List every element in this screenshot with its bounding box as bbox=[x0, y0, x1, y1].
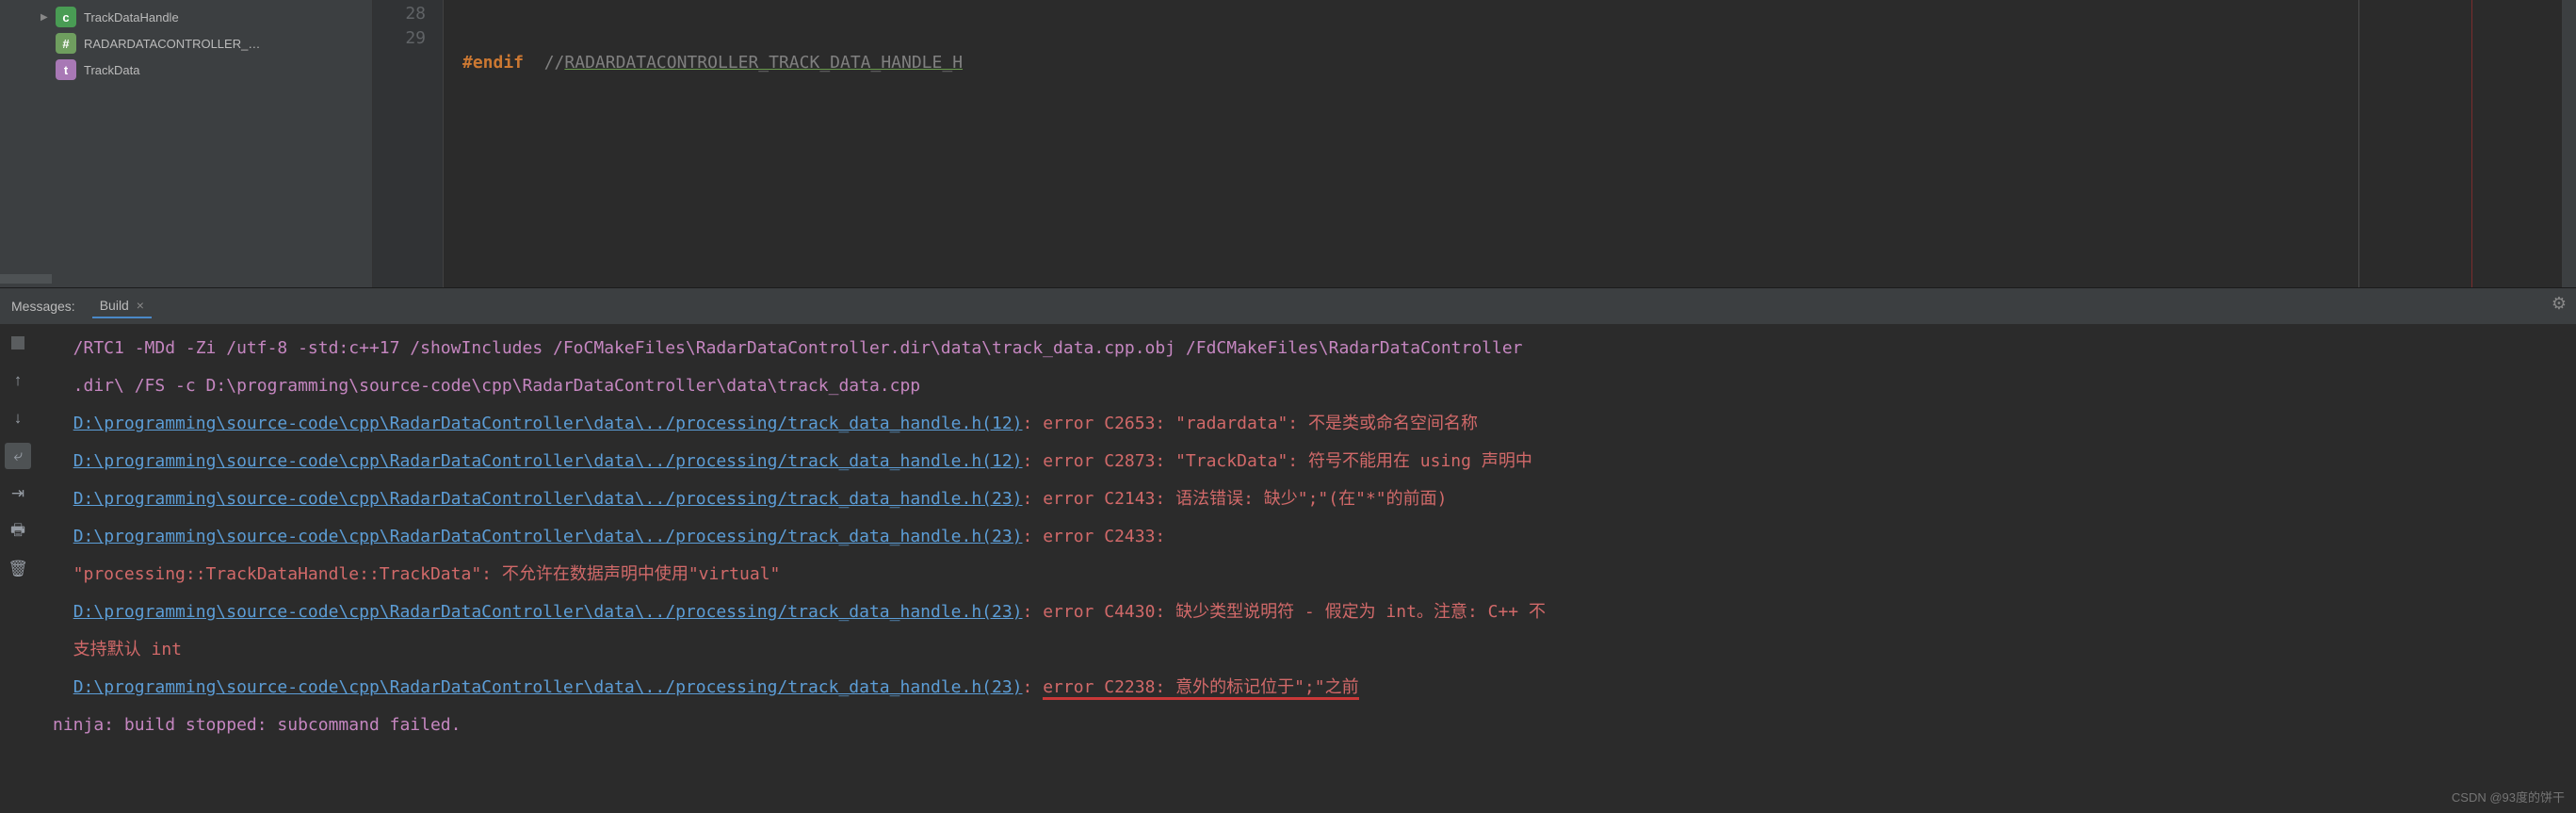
error-text: : error C2143: 语法错误: 缺少";"(在"*"的前面) bbox=[1023, 489, 1448, 509]
sidebar-item-label: TrackDataHandle bbox=[84, 10, 179, 24]
code-area[interactable]: #endif //RADARDATACONTROLLER_TRACK_DATA_… bbox=[444, 0, 2576, 287]
build-console[interactable]: /RTC1 -MDd -Zi /utf-8 -std:c++17 /showIn… bbox=[36, 324, 2576, 756]
close-icon[interactable]: × bbox=[137, 298, 144, 313]
sidebar-item-label: TrackData bbox=[84, 63, 139, 77]
file-link[interactable]: D:\programming\source-code\cpp\RadarData… bbox=[73, 489, 1023, 509]
line-number: 29 bbox=[373, 26, 426, 51]
down-button[interactable]: ↓ bbox=[5, 405, 31, 431]
highlighted-error: error C2238: 意外的标记位于";"之前 bbox=[1043, 677, 1358, 697]
file-link[interactable]: D:\programming\source-code\cpp\RadarData… bbox=[73, 527, 1023, 546]
line-gutter: 28 29 bbox=[373, 0, 444, 287]
messages-header: Messages: Build × ⚙ bbox=[0, 288, 2576, 324]
error-text: : error C2433: bbox=[1023, 527, 1166, 546]
sidebar-item-label: RADARDATACONTROLLER_… bbox=[84, 37, 260, 51]
error-text: : error C2653: "radardata": 不是类或命名空间名称 bbox=[1023, 414, 1478, 433]
up-button[interactable]: ↑ bbox=[5, 367, 31, 394]
compile-command: /RTC1 -MDd -Zi /utf-8 -std:c++17 /showIn… bbox=[53, 338, 1523, 396]
messages-label: Messages: bbox=[11, 299, 75, 314]
define-icon: # bbox=[56, 33, 76, 54]
file-link[interactable]: D:\programming\source-code\cpp\RadarData… bbox=[73, 414, 1023, 433]
messages-panel: Messages: Build × ⚙ ↑ ↓ ⤶ ⇥ 🖶 🗑 /RTC1 -M… bbox=[0, 287, 2576, 756]
print-button[interactable]: 🖶 bbox=[5, 518, 31, 545]
column-guide bbox=[2358, 0, 2359, 287]
stop-button[interactable] bbox=[5, 330, 31, 356]
preproc-keyword: #endif bbox=[462, 53, 524, 73]
error-text: 支持默认 int bbox=[53, 640, 182, 659]
type-icon: t bbox=[56, 59, 76, 80]
gear-icon[interactable]: ⚙ bbox=[2552, 294, 2567, 314]
error-text: "processing::TrackDataHandle::TrackData"… bbox=[53, 564, 780, 584]
macro-name: RADARDATACONTROLLER_TRACK_DATA_HANDLE_H bbox=[564, 53, 963, 73]
scroll-to-end-button[interactable]: ⇥ bbox=[5, 480, 31, 507]
watermark: CSDN @93度的饼干 bbox=[2452, 788, 2565, 805]
chevron-right-icon: ▶ bbox=[41, 12, 54, 23]
class-icon: c bbox=[56, 7, 76, 27]
sidebar-item-trackdatahandle[interactable]: ▶ c TrackDataHandle bbox=[8, 4, 365, 30]
file-link[interactable]: D:\programming\source-code\cpp\RadarData… bbox=[73, 451, 1023, 471]
trash-button[interactable]: 🗑 bbox=[5, 556, 31, 582]
error-text: : error C2873: "TrackData": 符号不能用在 using… bbox=[1023, 451, 1532, 471]
code-editor[interactable]: 28 29 #endif //RADARDATACONTROLLER_TRACK… bbox=[372, 0, 2576, 287]
soft-wrap-button[interactable]: ⤶ bbox=[5, 443, 31, 469]
file-link[interactable]: D:\programming\source-code\cpp\RadarData… bbox=[73, 677, 1023, 697]
error-text: : error C4430: 缺少类型说明符 - 假定为 int。注意: C++… bbox=[1023, 602, 1546, 622]
project-sidebar: ▶ c TrackDataHandle # RADARDATACONTROLLE… bbox=[0, 0, 372, 287]
editor-scrollbar[interactable] bbox=[2562, 0, 2576, 287]
line-number: 28 bbox=[373, 2, 426, 26]
file-link[interactable]: D:\programming\source-code\cpp\RadarData… bbox=[73, 602, 1023, 622]
messages-toolbar: ↑ ↓ ⤶ ⇥ 🖶 🗑 bbox=[0, 324, 36, 756]
error-stripe bbox=[2471, 0, 2472, 287]
sidebar-scroll-thumb[interactable] bbox=[0, 274, 52, 284]
sidebar-item-radardatacontroller[interactable]: # RADARDATACONTROLLER_… bbox=[8, 30, 365, 57]
tab-build[interactable]: Build × bbox=[92, 294, 152, 318]
sidebar-item-trackdata[interactable]: t TrackData bbox=[8, 57, 365, 83]
build-status: ninja: build stopped: subcommand failed. bbox=[53, 715, 461, 735]
